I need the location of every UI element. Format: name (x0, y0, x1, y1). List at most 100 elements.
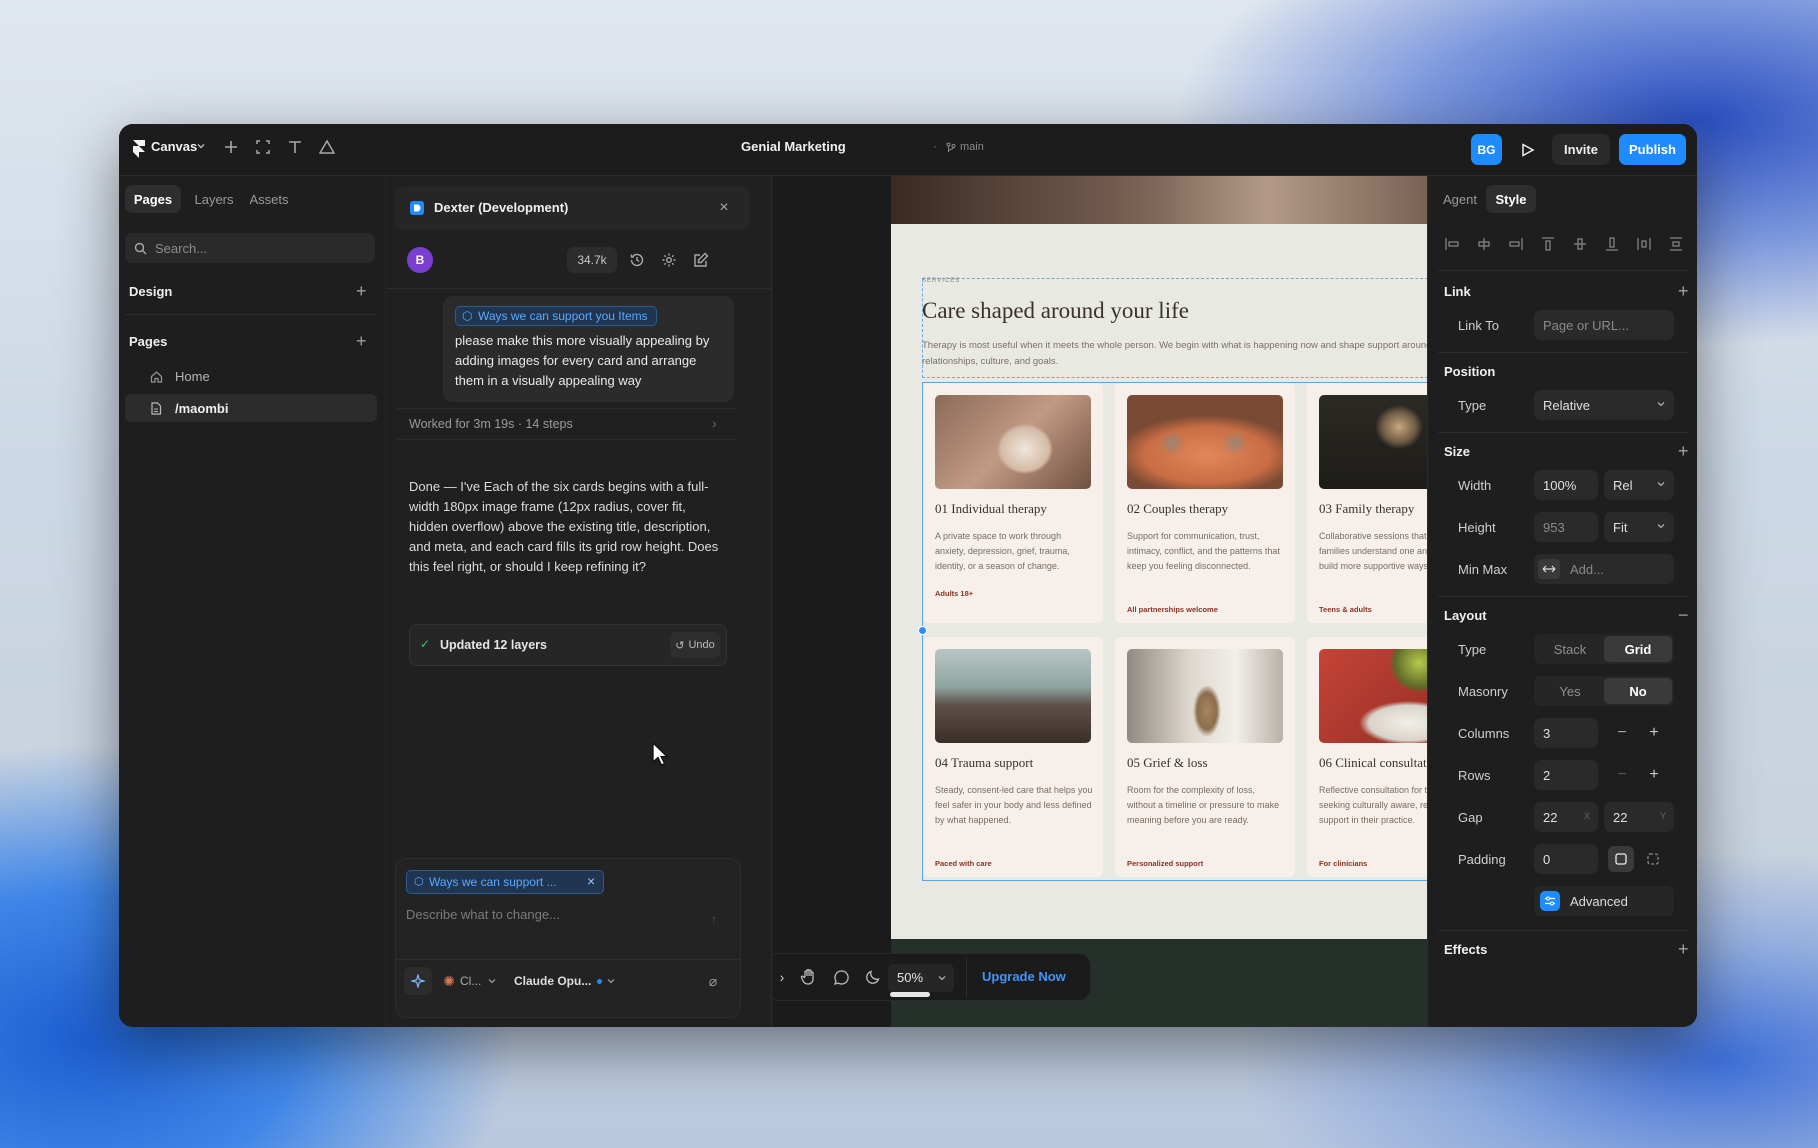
project-title[interactable]: Genial Marketing (741, 139, 846, 154)
chat-header: Dexter (Development) × (395, 186, 750, 230)
resize-handle-left[interactable] (918, 626, 927, 635)
masonry-label: Masonry (1458, 684, 1508, 699)
zoom-scrubber[interactable] (890, 992, 930, 997)
advanced-button[interactable]: Advanced (1534, 886, 1674, 916)
chevron-down-icon[interactable] (486, 975, 498, 987)
page-item-maombi[interactable]: /maombi (125, 394, 377, 422)
invite-button[interactable]: Invite (1552, 134, 1610, 165)
gap-x-input[interactable]: 22 X (1534, 802, 1598, 832)
add-icon[interactable] (221, 137, 241, 157)
service-card[interactable]: 04 Trauma support Steady, consent-led ca… (923, 637, 1103, 877)
service-card[interactable]: 05 Grief & loss Room for the complexity … (1115, 637, 1295, 877)
width-input[interactable]: 100% (1534, 470, 1598, 500)
masonry-toggle[interactable]: Yes No (1534, 676, 1674, 706)
height-input[interactable]: 953 (1534, 512, 1598, 542)
page-item-home[interactable]: Home (125, 362, 377, 390)
attach-icon[interactable]: ⌀ (704, 972, 722, 990)
height-unit-select[interactable]: Fit (1604, 512, 1674, 542)
branch-label[interactable]: main (960, 141, 984, 153)
align-top-icon[interactable] (1540, 236, 1556, 252)
tab-layers[interactable]: Layers (189, 185, 239, 213)
card-image (935, 395, 1091, 489)
add-page-icon[interactable]: + (356, 332, 367, 350)
prompt-input[interactable]: Describe what to change... (406, 907, 706, 931)
cards-grid[interactable]: 01 Individual therapy A private space to… (922, 382, 1488, 881)
history-icon[interactable] (627, 250, 647, 270)
undo-icon: ↺ (675, 639, 685, 652)
rows-input[interactable]: 2 (1534, 760, 1598, 790)
service-card[interactable]: 01 Individual therapy A private space to… (923, 383, 1103, 623)
min-max-icon[interactable] (1538, 559, 1560, 579)
service-card[interactable]: 02 Couples therapy Support for communica… (1115, 383, 1295, 623)
triangle-icon[interactable] (317, 137, 337, 157)
avatar[interactable]: BG (1471, 134, 1502, 165)
search-input[interactable]: Search... (125, 233, 375, 263)
app-menu-label[interactable]: Canvas (151, 139, 197, 154)
agent-selector[interactable]: Cl... (460, 974, 481, 988)
padding-uniform-icon[interactable] (1608, 846, 1634, 872)
tab-assets[interactable]: Assets (243, 185, 295, 213)
add-design-icon[interactable]: + (356, 282, 367, 300)
undo-button[interactable]: ↺ Undo (670, 632, 720, 658)
width-unit-select[interactable]: Rel (1604, 470, 1674, 500)
work-summary[interactable]: Worked for 3m 19s · 14 steps › (397, 408, 737, 440)
send-icon[interactable]: ↑ (704, 909, 724, 929)
distribute-h-icon[interactable] (1636, 236, 1652, 252)
align-left-icon[interactable] (1444, 236, 1460, 252)
upgrade-now-button[interactable]: Upgrade Now (982, 969, 1066, 984)
columns-decrement-icon[interactable]: − (1612, 723, 1632, 743)
add-effect-icon[interactable]: + (1678, 940, 1689, 958)
card-meta: For clinicians (1319, 859, 1368, 868)
padding-individual-icon[interactable] (1640, 846, 1666, 872)
gap-y-input[interactable]: 22 Y (1604, 802, 1674, 832)
tab-pages[interactable]: Pages (125, 185, 181, 213)
card-image (1127, 649, 1283, 743)
layout-grid-option[interactable]: Grid (1604, 636, 1672, 662)
services-section[interactable]: SERVICES Care shaped around your life Th… (891, 224, 1519, 939)
chevron-down-icon (1656, 399, 1666, 409)
moon-icon[interactable] (862, 966, 884, 988)
rows-decrement-icon[interactable]: − (1612, 765, 1632, 785)
align-bottom-icon[interactable] (1604, 236, 1620, 252)
pages-section-title: Pages (129, 334, 168, 349)
padding-input[interactable]: 0 (1534, 844, 1598, 874)
frame-icon[interactable] (253, 137, 273, 157)
card-meta: Personalized support (1127, 859, 1204, 868)
close-icon[interactable]: × (715, 199, 733, 217)
sparkle-agent-icon[interactable] (404, 967, 432, 995)
input-component-chip[interactable]: ⬡ Ways we can support ... × (406, 870, 604, 894)
preview-button[interactable] (1511, 134, 1542, 165)
model-selector[interactable]: Claude Opu... (514, 974, 591, 988)
zoom-select[interactable]: 50% (888, 964, 954, 992)
gear-icon[interactable] (659, 250, 679, 270)
remove-chip-icon[interactable]: × (587, 873, 595, 889)
masonry-yes-option[interactable]: Yes (1536, 678, 1604, 704)
chevron-right-icon[interactable]: › (774, 968, 790, 986)
hand-tool-icon[interactable] (798, 966, 820, 988)
columns-increment-icon[interactable]: + (1644, 723, 1664, 743)
layout-stack-option[interactable]: Stack (1536, 636, 1604, 662)
masonry-no-option[interactable]: No (1604, 678, 1672, 704)
comment-icon[interactable] (830, 966, 852, 988)
add-link-icon[interactable]: + (1678, 282, 1689, 300)
align-middle-icon[interactable] (1572, 236, 1588, 252)
publish-button[interactable]: Publish (1619, 134, 1686, 165)
tab-style[interactable]: Style (1486, 185, 1536, 213)
align-center-h-icon[interactable] (1476, 236, 1492, 252)
position-type-select[interactable]: Relative (1534, 390, 1674, 420)
chevron-down-icon[interactable] (195, 140, 207, 152)
text-tool-icon[interactable] (285, 137, 305, 157)
card-meta: Adults 18+ (935, 589, 974, 598)
columns-input[interactable]: 3 (1534, 718, 1598, 748)
layout-type-toggle[interactable]: Stack Grid (1534, 634, 1674, 664)
collapse-layout-icon[interactable]: − (1678, 606, 1689, 624)
distribute-v-icon[interactable] (1668, 236, 1684, 252)
tab-agent[interactable]: Agent (1438, 185, 1482, 213)
add-size-icon[interactable]: + (1678, 442, 1689, 460)
component-chip[interactable]: ⬡ Ways we can support you Items (455, 306, 657, 326)
chevron-down-icon[interactable] (605, 975, 617, 987)
compose-icon[interactable] (691, 250, 711, 270)
align-right-icon[interactable] (1508, 236, 1524, 252)
link-to-input[interactable]: Page or URL... (1534, 310, 1674, 340)
rows-increment-icon[interactable]: + (1644, 765, 1664, 785)
